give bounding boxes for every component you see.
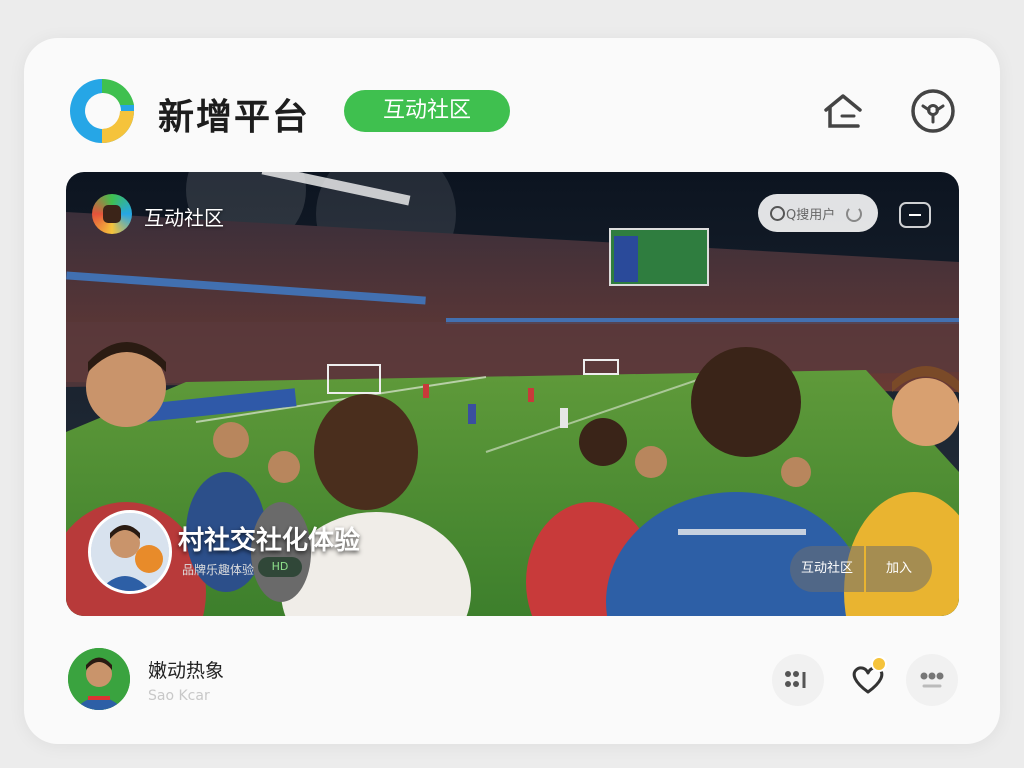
- search-placeholder: Q搜用户: [786, 208, 836, 223]
- app-logo: [70, 78, 134, 143]
- menu-button[interactable]: [899, 202, 931, 228]
- heart-notification-icon: [852, 656, 887, 694]
- user-handle: Sao Kcar: [148, 688, 210, 704]
- user-avatar-photo: [68, 648, 130, 710]
- more-button[interactable]: [906, 654, 958, 706]
- app-title: 新增平台: [158, 97, 311, 138]
- hero-title: 村社交社化体验: [178, 526, 361, 556]
- more-dots-icon: [920, 672, 944, 688]
- grid-dots-icon: [785, 671, 806, 688]
- hero-brand-label: 互动社区: [144, 206, 224, 230]
- user-avatar[interactable]: [68, 648, 130, 710]
- hero-subtitle: 品牌乐趣体验: [182, 563, 255, 577]
- loading-icon: [846, 206, 862, 222]
- community-button[interactable]: 互动社区: [790, 546, 864, 592]
- avatar-photo: [91, 513, 169, 591]
- search-icon: [770, 206, 785, 221]
- community-badge[interactable]: 互动社区: [344, 90, 510, 132]
- user-circle-icon[interactable]: [910, 88, 956, 134]
- notification-button[interactable]: [842, 654, 894, 706]
- hd-tag: HD: [258, 557, 302, 577]
- join-button[interactable]: 加入: [866, 546, 932, 592]
- hero-banner[interactable]: 互动社区 Q搜用户 村社交社化体验 品牌乐趣体验 HD 互动社区 加入: [66, 172, 959, 616]
- featured-avatar[interactable]: [88, 510, 172, 594]
- home-icon[interactable]: [820, 88, 866, 134]
- apps-button[interactable]: [772, 654, 824, 706]
- user-name: 嫩动热象: [148, 660, 225, 682]
- search-input[interactable]: Q搜用户: [758, 194, 878, 232]
- hero-brand-logo: [92, 194, 132, 234]
